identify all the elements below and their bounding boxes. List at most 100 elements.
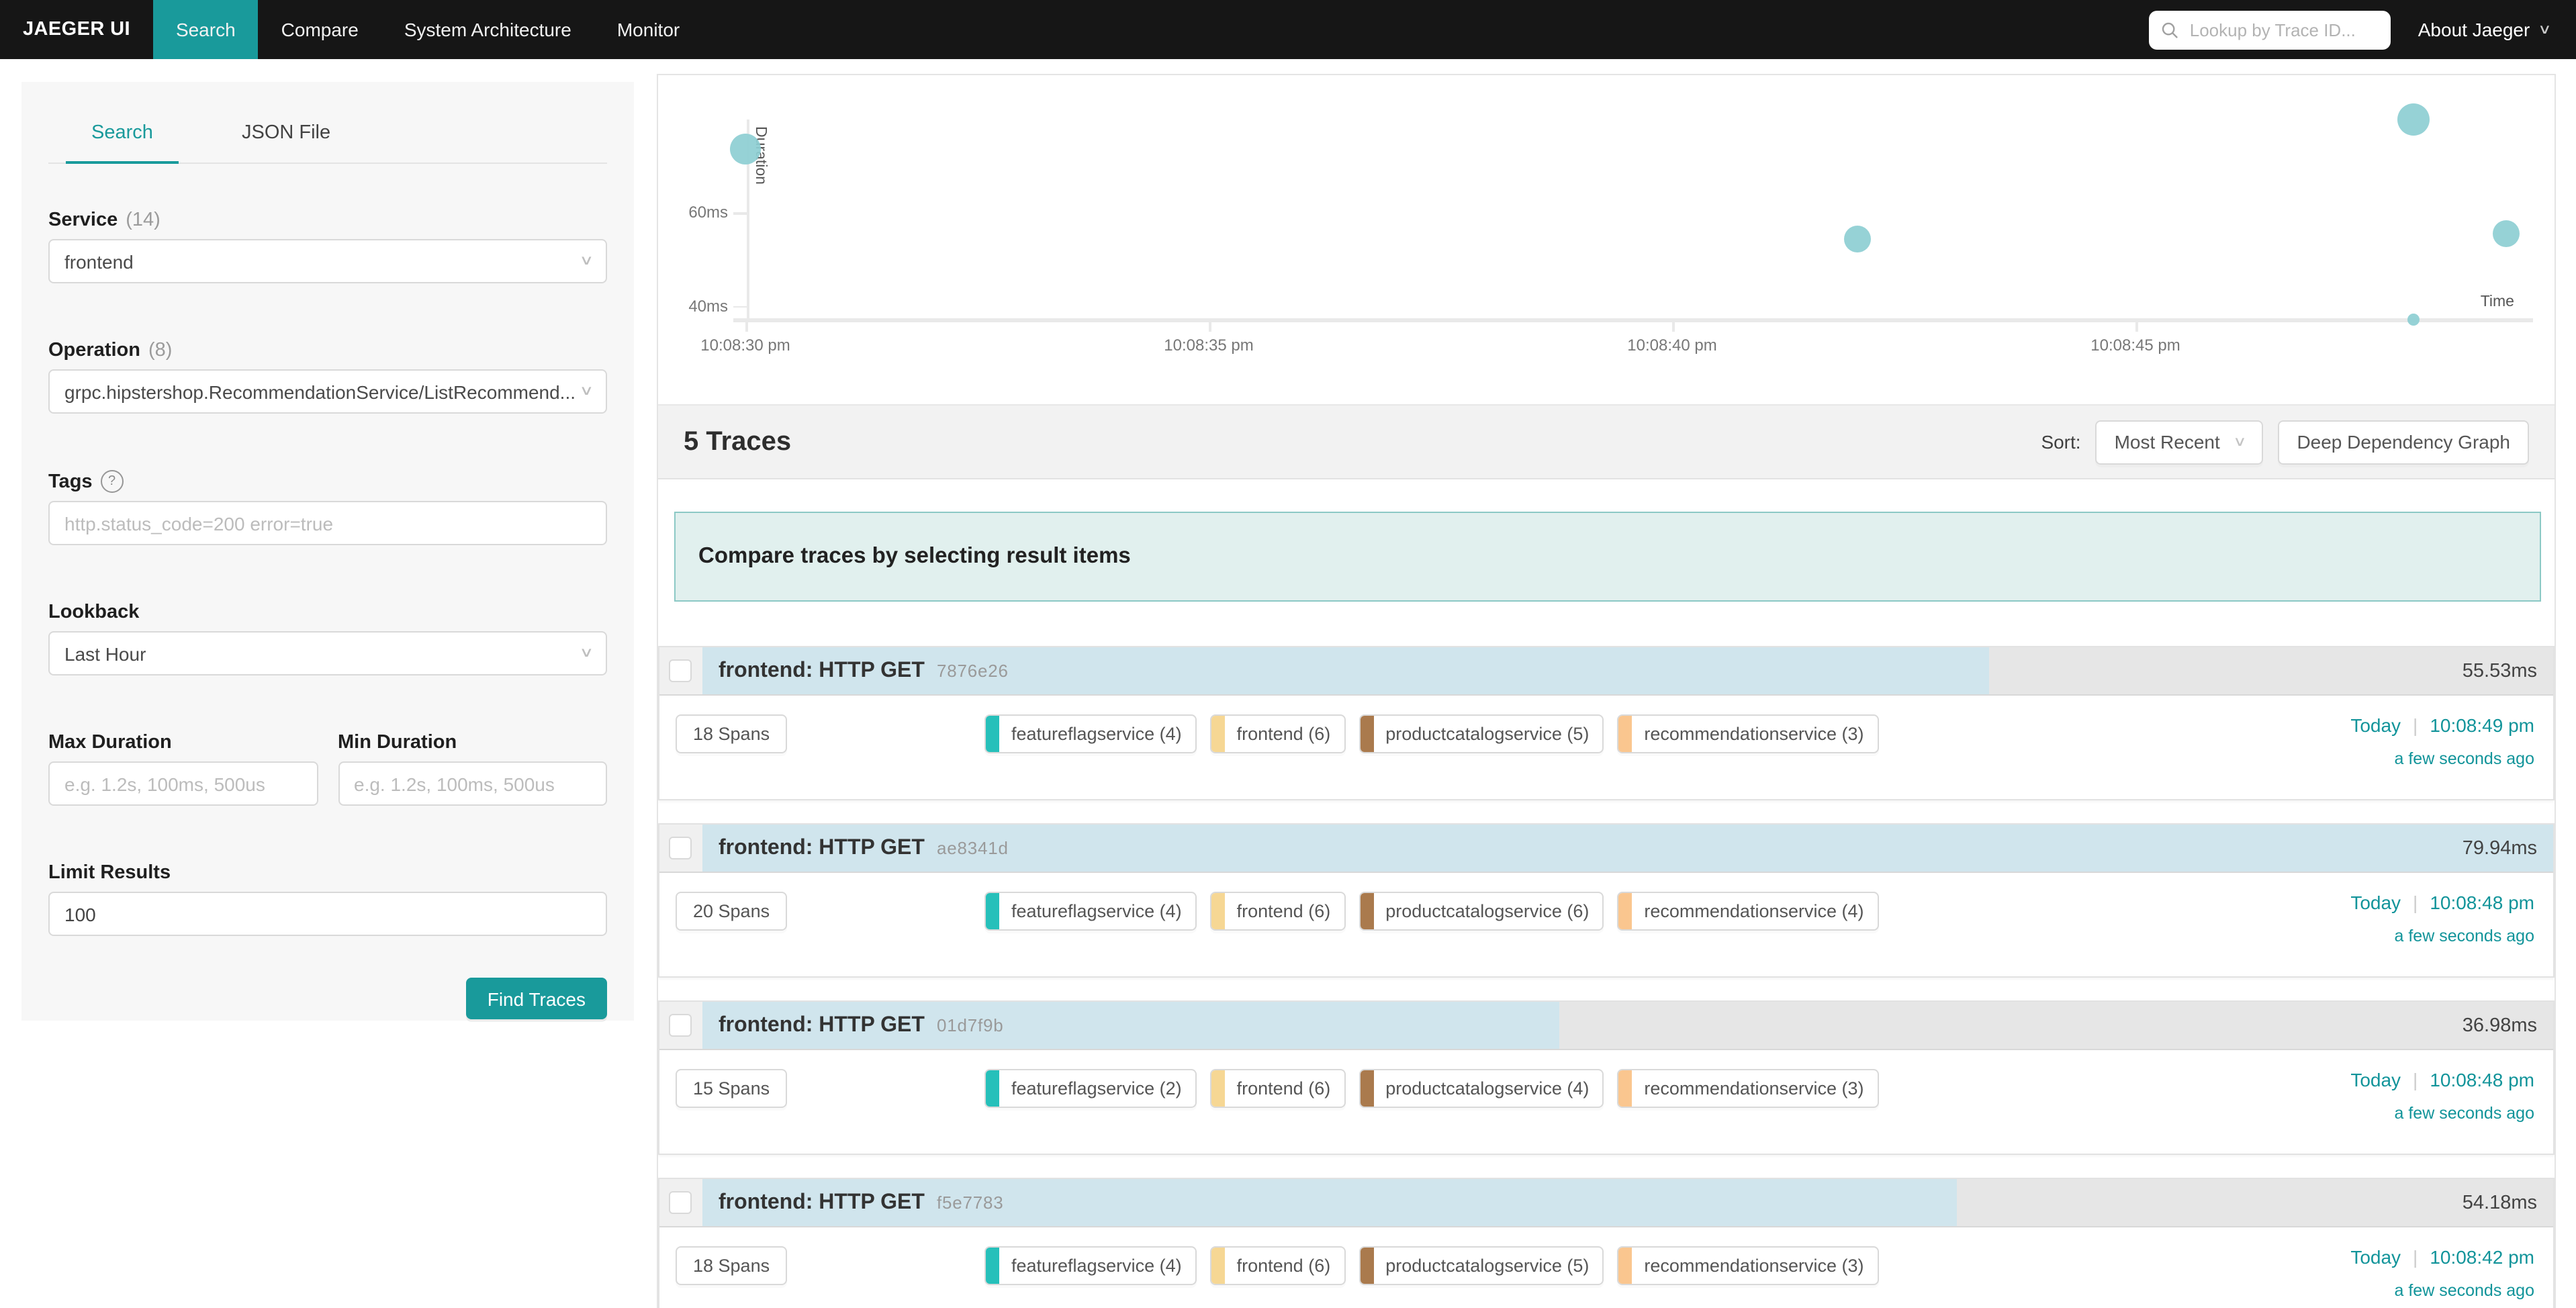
trace-date[interactable]: Today: [2350, 1246, 2401, 1268]
lookback-label: Lookback: [48, 602, 607, 623]
service-pill[interactable]: frontend (6): [1210, 1069, 1346, 1108]
trace-compare-checkbox[interactable]: [669, 1191, 692, 1214]
max-duration-input[interactable]: [48, 761, 318, 806]
service-pill[interactable]: frontend (6): [1210, 892, 1346, 931]
deep-dependency-graph-button[interactable]: Deep Dependency Graph: [2278, 420, 2529, 464]
trace-scatter-point[interactable]: [1844, 226, 1871, 252]
trace-date[interactable]: Today: [2350, 1069, 2401, 1090]
service-pill-label: featureflagservice (4): [999, 1248, 1195, 1284]
span-count-button[interactable]: 18 Spans: [676, 1246, 787, 1285]
operation-select-value: grpc.hipstershop.RecommendationService/L…: [64, 381, 576, 402]
tab-search[interactable]: Search: [66, 122, 179, 164]
service-pill[interactable]: recommendationservice (3): [1617, 714, 1878, 753]
service-pill[interactable]: productcatalogservice (5): [1359, 714, 1604, 753]
span-count-button[interactable]: 15 Spans: [676, 1069, 787, 1108]
x-tick-label: 10:08:40 pm: [1627, 336, 1716, 355]
trace-card-body: 18 Spans featureflagservice (4) frontend (…: [659, 1227, 2553, 1308]
trace-date[interactable]: Today: [2350, 714, 2401, 736]
chevron-down-icon: ∨: [579, 384, 594, 399]
operation-label: Operation (8): [48, 340, 607, 361]
trace-compare-checkbox[interactable]: [669, 1014, 692, 1037]
trace-card[interactable]: frontend: HTTP GET7876e2655.53ms 18 Spans…: [658, 646, 2555, 800]
service-pills: featureflagservice (4) frontend (6) produc…: [984, 1246, 1879, 1285]
nav-items: SearchCompareSystem ArchitectureMonitor: [153, 0, 702, 59]
trace-card-header: frontend: HTTP GET7876e2655.53ms: [659, 647, 2553, 696]
lookback-select[interactable]: Last Hour ∨: [48, 631, 607, 675]
brand-logo[interactable]: JAEGER UI: [0, 0, 153, 59]
nav-item-monitor[interactable]: Monitor: [594, 0, 702, 59]
trace-duration: 54.18ms: [2463, 1179, 2537, 1226]
service-pill-label: recommendationservice (3): [1632, 1248, 1877, 1284]
trace-datetime: Today|10:08:42 pm: [2350, 1246, 2534, 1268]
trace-card-header: frontend: HTTP GET01d7f9b36.98ms: [659, 1002, 2553, 1050]
nav-item-search[interactable]: Search: [153, 0, 259, 59]
service-color-bar: [986, 1248, 999, 1284]
trace-scatter-point[interactable]: [730, 134, 761, 165]
trace-card[interactable]: frontend: HTTP GETae8341d79.94ms20 Spans…: [658, 823, 2555, 978]
top-nav: JAEGER UI SearchCompareSystem Architectu…: [0, 0, 2576, 59]
service-pill[interactable]: productcatalogservice (6): [1359, 892, 1604, 931]
x-axis: [733, 318, 2533, 322]
sort-select[interactable]: Most Recent ∨: [2096, 420, 2264, 464]
trace-scatter-point[interactable]: [2493, 220, 2520, 246]
help-icon[interactable]: ?: [101, 470, 124, 493]
service-pill[interactable]: featureflagservice (2): [984, 1069, 1197, 1108]
trace-card[interactable]: frontend: HTTP GETf5e778354.18ms18 Spans…: [658, 1178, 2555, 1308]
trace-time[interactable]: 10:08:48 pm: [2430, 1069, 2534, 1090]
min-duration-input[interactable]: [338, 761, 607, 806]
chevron-down-icon: ∨: [579, 646, 594, 661]
trace-compare-checkbox[interactable]: [669, 659, 692, 682]
sort-select-value: Most Recent: [2115, 431, 2220, 453]
limit-results-label: Limit Results: [48, 862, 607, 884]
nav-item-compare[interactable]: Compare: [259, 0, 381, 59]
tags-input[interactable]: [48, 501, 607, 545]
y-tick-label: 60ms: [674, 203, 728, 222]
trace-card[interactable]: frontend: HTTP GET01d7f9b36.98ms 15 Spans…: [658, 1000, 2555, 1155]
trace-title: frontend: HTTP GETae8341d: [719, 825, 1009, 872]
chevron-down-icon: ∨: [2537, 22, 2551, 37]
trace-datetime: Today|10:08:48 pm: [2350, 1069, 2534, 1090]
x-tick-label: 10:08:35 pm: [1164, 336, 1253, 355]
find-traces-button[interactable]: Find Traces: [466, 978, 607, 1019]
trace-datetime: Today|10:08:48 pm: [2350, 892, 2534, 913]
compare-banner: Compare traces by selecting result items: [674, 512, 2541, 602]
trace-compare-checkbox[interactable]: [669, 837, 692, 859]
service-pill[interactable]: productcatalogservice (4): [1359, 1069, 1604, 1108]
trace-time[interactable]: 10:08:42 pm: [2430, 1246, 2534, 1268]
service-color-bar: [1360, 1070, 1373, 1107]
relative-time: a few seconds ago: [2350, 1281, 2534, 1300]
span-count-button[interactable]: 18 Spans: [676, 714, 787, 753]
service-select[interactable]: frontend ∨: [48, 239, 607, 283]
trace-scatter-point[interactable]: [2397, 103, 2430, 135]
service-pill-label: recommendationservice (3): [1632, 1070, 1877, 1107]
service-pill[interactable]: productcatalogservice (5): [1359, 1246, 1604, 1285]
trace-card-body: 20 Spans featureflagservice (4) frontend (…: [659, 873, 2553, 978]
span-count-button[interactable]: 20 Spans: [676, 892, 787, 931]
service-pill[interactable]: recommendationservice (4): [1617, 892, 1878, 931]
limit-results-input[interactable]: [48, 892, 607, 936]
service-pill-label: frontend (6): [1225, 1070, 1344, 1107]
trace-time[interactable]: 10:08:49 pm: [2430, 714, 2534, 736]
tab-json-file[interactable]: JSON File: [242, 122, 330, 162]
service-pill[interactable]: featureflagservice (4): [984, 892, 1197, 931]
trace-scatter-point[interactable]: [2407, 314, 2420, 326]
nav-item-system-architecture[interactable]: System Architecture: [381, 0, 594, 59]
service-pill[interactable]: featureflagservice (4): [984, 1246, 1197, 1285]
service-pill-label: recommendationservice (3): [1632, 716, 1877, 752]
trace-lookup-input[interactable]: [2187, 18, 2379, 41]
operation-select[interactable]: grpc.hipstershop.RecommendationService/L…: [48, 369, 607, 414]
service-pill[interactable]: frontend (6): [1210, 714, 1346, 753]
trace-title: frontend: HTTP GETf5e7783: [719, 1179, 1004, 1226]
trace-date[interactable]: Today: [2350, 892, 2401, 913]
duration-scatterplot[interactable]: Duration Time 10:08:30 pm10:08:35 pm10:0…: [658, 75, 2555, 404]
service-pills: featureflagservice (4) frontend (6) produc…: [984, 892, 1879, 931]
datetime-separator: |: [2413, 714, 2418, 736]
service-color-bar: [1211, 893, 1225, 929]
service-pill[interactable]: recommendationservice (3): [1617, 1246, 1878, 1285]
service-pill[interactable]: recommendationservice (3): [1617, 1069, 1878, 1108]
trace-time[interactable]: 10:08:48 pm: [2430, 892, 2534, 913]
about-jaeger-menu[interactable]: About Jaeger ∨: [2418, 19, 2549, 40]
service-pill[interactable]: frontend (6): [1210, 1246, 1346, 1285]
service-pill[interactable]: featureflagservice (4): [984, 714, 1197, 753]
trace-lookup-box[interactable]: [2150, 10, 2391, 49]
